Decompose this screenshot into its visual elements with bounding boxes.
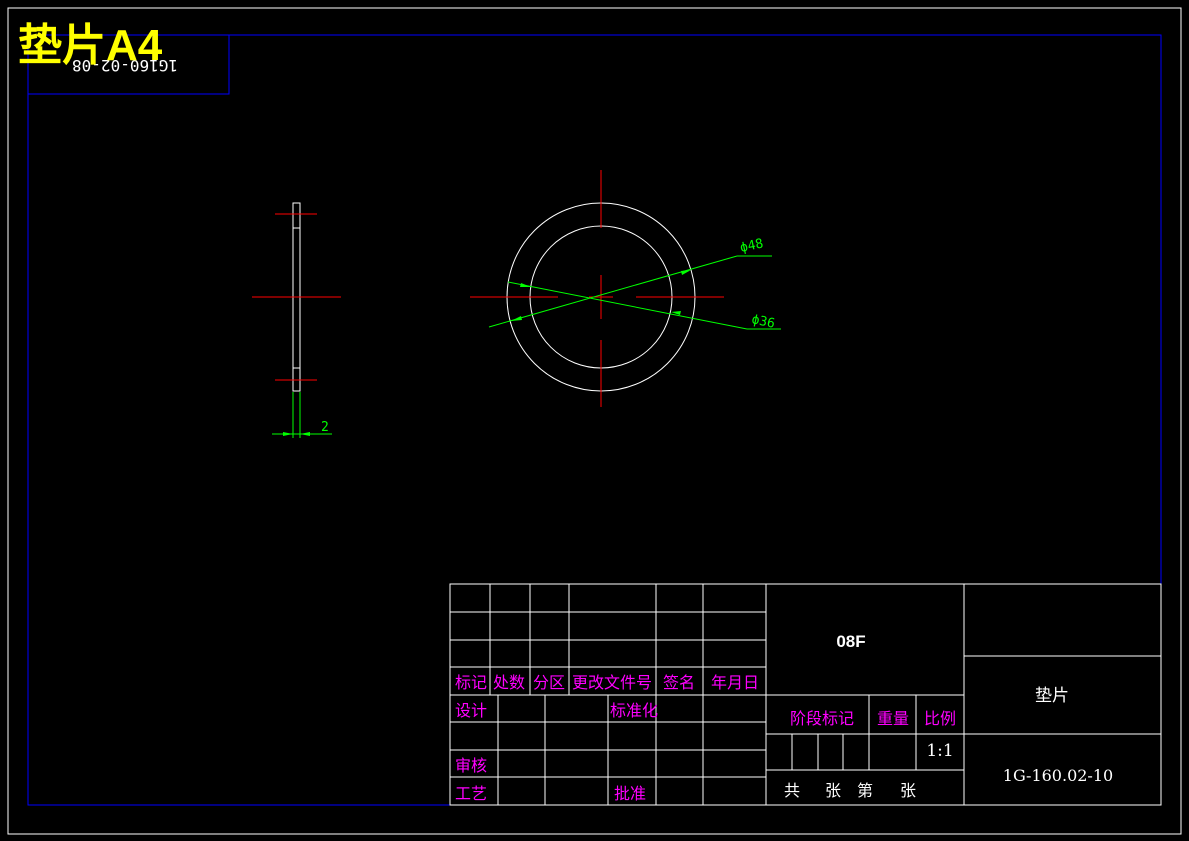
arrow-icon (520, 283, 531, 287)
header-date: 年月日 (711, 673, 759, 692)
sheet-total-prefix: 共 (784, 781, 800, 800)
sheet-total-suffix: 张 (825, 781, 841, 800)
outer-diameter-dim: ϕ48 (739, 236, 765, 256)
thickness-dim: 2 (321, 420, 329, 435)
sheet-title: 垫片A4 (18, 21, 163, 70)
design-label: 设计 (455, 701, 487, 720)
weight-label: 重量 (877, 709, 909, 728)
scale-value: 1:1 (926, 741, 953, 761)
arrow-icon (300, 432, 310, 436)
outer-frame (7, 7, 1182, 835)
stage-mark-label: 阶段标记 (790, 709, 854, 728)
header-zone: 分区 (533, 673, 565, 692)
header-signature: 签名 (663, 673, 695, 692)
approve-label: 批准 (614, 784, 646, 803)
side-view: 2 (252, 202, 341, 438)
dimension-line (488, 255, 738, 328)
scale-label: 比例 (924, 709, 956, 728)
drawing-number: 1G-160.02-10 (1003, 766, 1113, 785)
process-label: 工艺 (455, 784, 487, 803)
standardization-label: 标准化 (610, 701, 658, 720)
arrow-icon (511, 316, 522, 321)
review-label: 审核 (455, 756, 487, 775)
arrow-icon (681, 270, 691, 275)
sheet-number-suffix: 张 (900, 781, 916, 800)
sheet-number-prefix: 第 (857, 781, 873, 800)
front-view: ϕ48 ϕ36 (470, 170, 781, 407)
header-mark: 标记 (455, 673, 487, 692)
dimension-line (507, 281, 748, 330)
header-count: 处数 (493, 673, 525, 692)
cad-drawing: 1G160-02-08 垫片A4 2 ϕ48 ϕ36 标记 处数 分区 更改文件… (7, 7, 1182, 835)
header-change-doc: 更改文件号 (572, 673, 652, 692)
material: 08F (836, 632, 865, 651)
arrow-icon (283, 432, 293, 436)
part-name: 垫片 (1035, 686, 1069, 706)
